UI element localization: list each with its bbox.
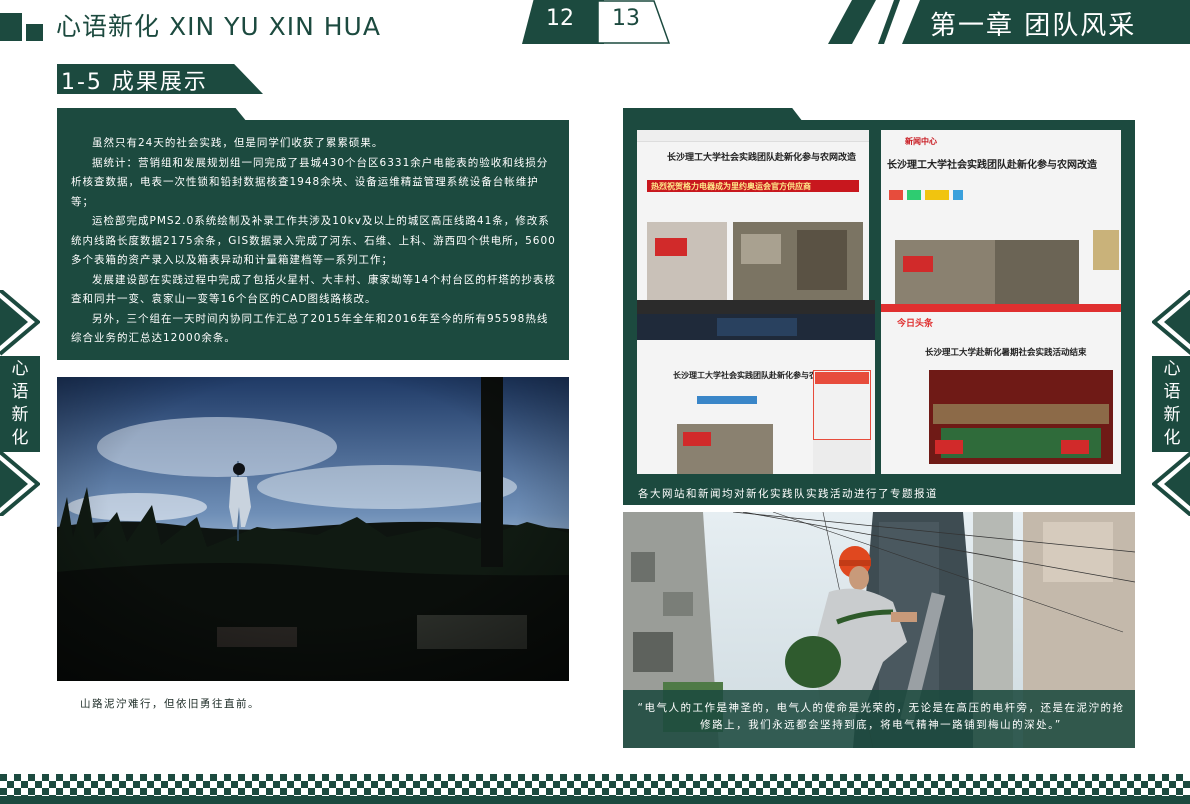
- paragraph: 运检部完成PMS2.0系统绘制及补录工作共涉及10kv及以上的城区高压线路41条…: [71, 215, 556, 266]
- paragraph: 据统计：营销组和发展规划组一同完成了县城430个台区6331余户电能表的验收和线…: [71, 156, 549, 208]
- news-screenshot-4: 今日头条 长沙理工大学赴新化暑期社会实践活动结束: [881, 304, 1121, 474]
- paragraph: 虽然只有24天的社会实践，但是同学们收获了累累硕果。: [92, 137, 384, 149]
- news-headline: 长沙理工大学社会实践团队赴新化参与农网改造: [887, 160, 1097, 171]
- news-panel: 长沙理工大学社会实践团队赴新化参与农网改造 热烈祝贺格力电器成为里约奥运会官方供…: [623, 120, 1135, 505]
- news-screenshot-3: 长沙理工大学社会实践团队赴新化参与农网改造: [637, 300, 875, 474]
- side-tab-left: 心 语 新 化: [0, 290, 40, 516]
- paragraph: 另外，三个组在一天时间内协同工作汇总了2015年全年和2016年至今的所有955…: [71, 312, 549, 345]
- hill-photo: [57, 377, 569, 681]
- news-site-name: 新闻中心: [905, 137, 937, 146]
- news-banner: 热烈祝贺格力电器成为里约奥运会官方供应商: [651, 182, 811, 191]
- section-label: 1-5 成果展示: [61, 70, 208, 95]
- paragraph: 发展建设部在实践过程中完成了包括火星村、大丰村、康家坳等14个村台区的杆塔的抄表…: [71, 273, 556, 306]
- news-panel-caption: 各大网站和新闻均对新化实践队实践活动进行了专题报道: [638, 488, 938, 500]
- news-screenshot-1: 长沙理工大学社会实践团队赴新化参与农网改造 热烈祝贺格力电器成为里约奥运会官方供…: [637, 130, 869, 310]
- side-tab-right: 心 语 新 化: [1152, 290, 1190, 516]
- quote-text: “电气人的工作是神圣的，电气人的使命是光荣的，无论是在高压的电杆旁，还是在泥泞的…: [637, 702, 1125, 731]
- news-screenshot-2: 新闻中心 长沙理工大学社会实践团队赴新化参与农网改造: [881, 130, 1121, 310]
- chapter-title: 第一章 团队风采: [930, 11, 1137, 41]
- page-number-right: 13: [612, 6, 640, 31]
- checker-border-base: [0, 796, 1190, 804]
- page-numbers: [522, 0, 670, 44]
- logo-block-small: [26, 24, 43, 41]
- page-number-left: 12: [546, 6, 574, 31]
- side-label-right: 心 语 新 化: [1152, 356, 1190, 452]
- logo-block-large: [0, 13, 22, 41]
- results-text-panel: 虽然只有24天的社会实践，但是同学们收获了累累硕果。 据统计：营销组和发展规划组…: [57, 120, 569, 360]
- news-site-name: 今日头条: [897, 319, 934, 329]
- hill-photo-caption: 山路泥泞难行，但依旧勇往直前。: [80, 698, 260, 710]
- magazine-title: 心语新化 XIN YU XIN HUA: [56, 12, 381, 41]
- side-label-left: 心 语 新 化: [0, 356, 40, 452]
- news-headline: 长沙理工大学社会实践团队赴新化参与农网改造: [667, 153, 857, 163]
- electrician-photo: “电气人的工作是神圣的，电气人的使命是光荣的，无论是在高压的电杆旁，还是在泥泞的…: [623, 512, 1135, 748]
- news-headline: 长沙理工大学赴新化暑期社会实践活动结束: [925, 348, 1087, 358]
